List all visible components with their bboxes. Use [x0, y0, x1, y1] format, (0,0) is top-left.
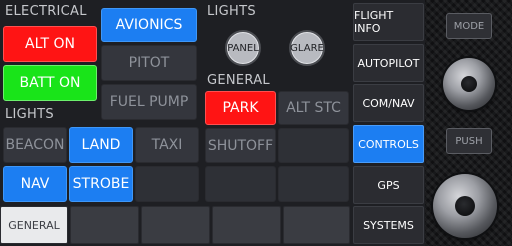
- nav-item-systems[interactable]: SYSTEMS: [353, 206, 424, 244]
- push-button[interactable]: PUSH: [446, 128, 492, 154]
- land-button[interactable]: LAND: [69, 127, 133, 163]
- knob-center: [461, 76, 477, 92]
- batt-on-button[interactable]: BATT ON: [3, 65, 97, 101]
- mode-button[interactable]: MODE: [446, 13, 492, 39]
- empty-slot: [278, 166, 349, 202]
- lower-rotary-knob[interactable]: [433, 174, 497, 238]
- upper-rotary-knob[interactable]: [443, 58, 495, 110]
- nav-button[interactable]: NAV: [3, 166, 67, 202]
- nav-item-autopilot[interactable]: AUTOPILOT: [353, 44, 424, 82]
- park-button[interactable]: PARK: [205, 91, 276, 125]
- empty-slot: [278, 128, 349, 163]
- panel-light-button[interactable]: PANEL: [225, 30, 261, 66]
- knob-center: [455, 196, 475, 216]
- bottom-tab[interactable]: [141, 206, 210, 244]
- shutoff-button[interactable]: SHUTOFF: [205, 128, 276, 163]
- lights-title-left: LIGHTS: [5, 107, 54, 122]
- alt-stc-button[interactable]: ALT STC: [278, 91, 349, 125]
- empty-slot: [205, 166, 276, 202]
- beacon-button[interactable]: BEACON: [3, 127, 67, 163]
- strobe-button[interactable]: STROBE: [69, 166, 133, 202]
- taxi-button[interactable]: TAXI: [135, 127, 199, 163]
- nav-item-com-nav[interactable]: COM/NAV: [353, 84, 424, 122]
- avionics-button[interactable]: AVIONICS: [101, 8, 197, 42]
- bottom-tab[interactable]: [283, 206, 350, 244]
- fuel-pump-button[interactable]: FUEL PUMP: [101, 84, 197, 120]
- lights-title-right: LIGHTS: [207, 4, 256, 19]
- general-title: GENERAL: [207, 73, 270, 88]
- pitot-button[interactable]: PITOT: [101, 45, 197, 81]
- nav-item-controls[interactable]: CONTROLS: [353, 125, 424, 163]
- nav-item-flight-info[interactable]: FLIGHT INFO: [353, 3, 424, 41]
- empty-slot: [135, 166, 199, 202]
- tab-general[interactable]: GENERAL: [0, 206, 68, 244]
- electrical-title: ELECTRICAL: [5, 4, 87, 19]
- bottom-tab[interactable]: [70, 206, 139, 244]
- alt-on-button[interactable]: ALT ON: [3, 26, 97, 62]
- nav-item-gps[interactable]: GPS: [353, 166, 424, 204]
- bottom-tab[interactable]: [212, 206, 281, 244]
- glare-light-button[interactable]: GLARE: [289, 30, 325, 66]
